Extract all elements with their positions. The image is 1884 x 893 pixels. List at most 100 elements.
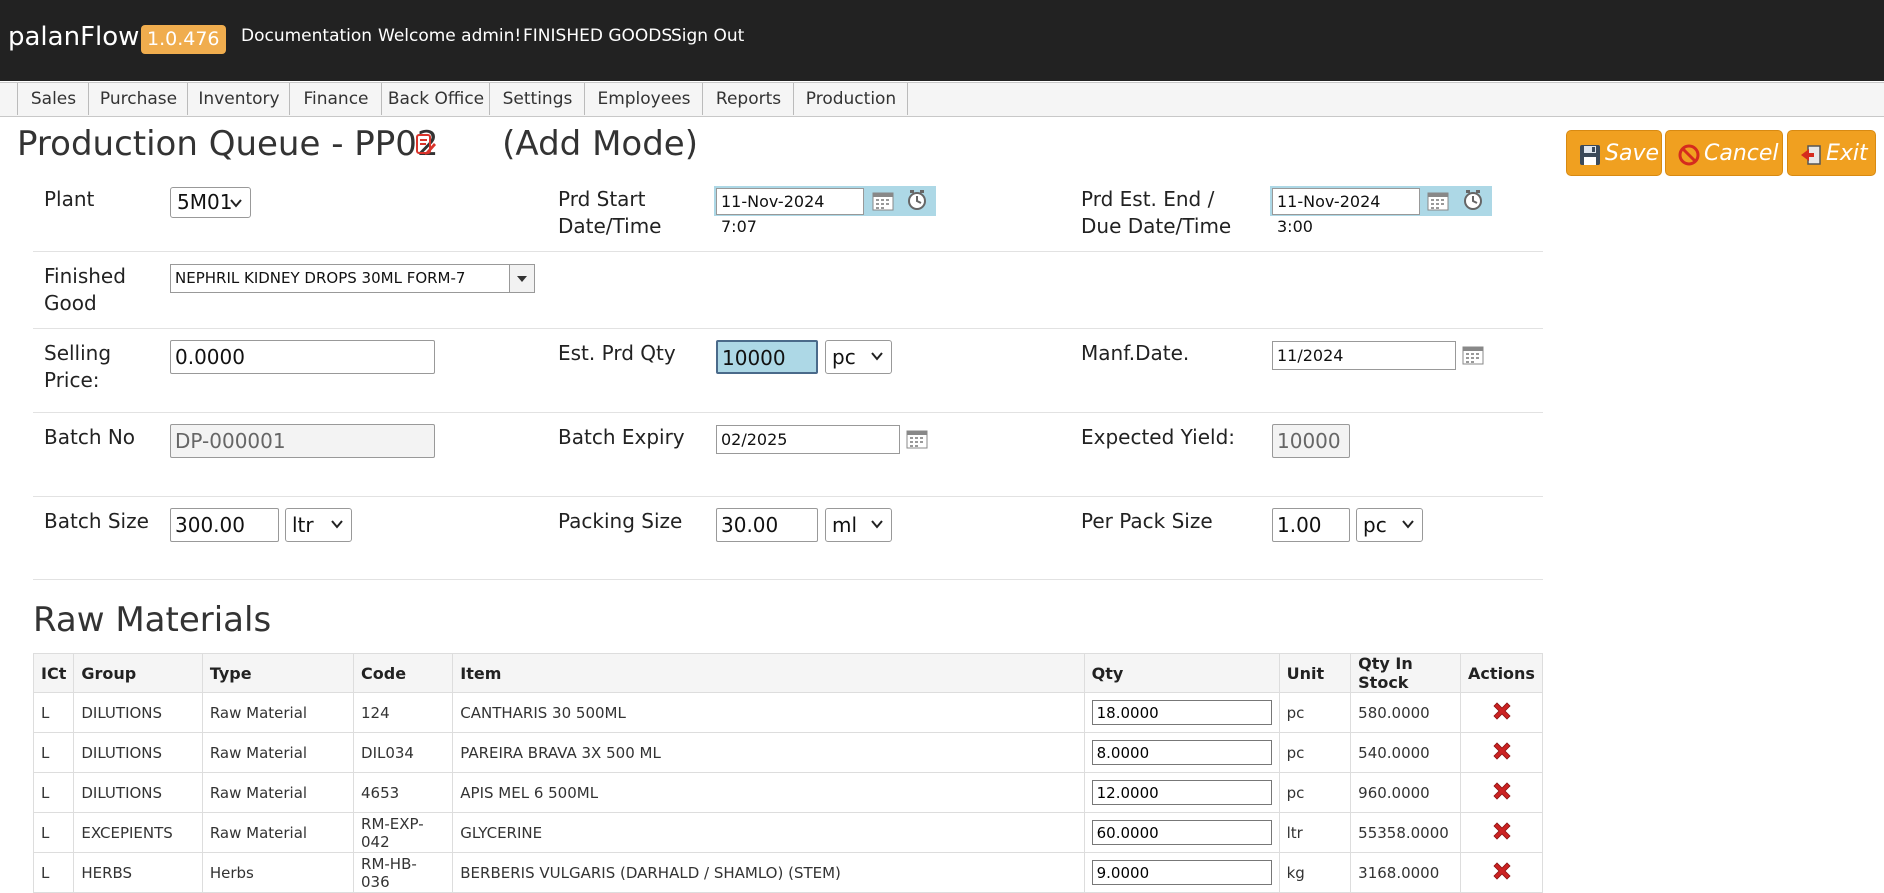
brand-logo[interactable]: palanFlow [8, 22, 139, 52]
finished-good-dropdown-button[interactable] [509, 265, 534, 292]
cell-item: PAREIRA BRAVA 3X 500 ML [452, 732, 1085, 773]
cell-group: DILUTIONS [73, 772, 203, 813]
calendar-icon[interactable] [1462, 345, 1484, 365]
menu-employees[interactable]: Employees [584, 83, 703, 115]
per-pack-size-unit-select[interactable]: pc [1356, 508, 1423, 542]
menu-reports[interactable]: Reports [702, 83, 794, 115]
cell-qty [1083, 692, 1280, 733]
prd-end-datetime-input[interactable]: 11-Nov-2024 3:00 [1272, 188, 1420, 236]
column-header-unit[interactable]: Unit [1278, 653, 1352, 693]
qty-input[interactable] [1091, 700, 1272, 725]
cell-code: RM-EXP-042 [353, 812, 454, 853]
exit-button[interactable]: Exit [1787, 130, 1876, 176]
cell-ict: L [32, 812, 75, 853]
qty-input[interactable] [1091, 740, 1272, 765]
manf-date-input[interactable]: 11/2024 [1272, 341, 1456, 370]
cell-ict: L [32, 772, 75, 813]
est-prd-qty-unit-value: pc [832, 345, 856, 369]
cell-stock: 55358.0000 [1350, 812, 1462, 853]
clock-icon[interactable] [906, 189, 928, 211]
welcome-user-link[interactable]: Welcome admin! [378, 25, 521, 47]
calendar-icon[interactable] [872, 191, 894, 211]
qty-input[interactable] [1091, 860, 1272, 885]
cell-actions [1460, 732, 1543, 773]
qty-input[interactable] [1091, 780, 1272, 805]
column-header-ict[interactable]: ICt [32, 653, 75, 693]
selling-price-input[interactable]: 0.0000 [170, 340, 435, 374]
finished-goods-link[interactable]: FINISHED GOODS [523, 25, 672, 47]
prd-start-label-line1: Prd Start [558, 187, 646, 211]
clock-icon[interactable] [1462, 189, 1484, 211]
edit-document-icon[interactable] [415, 133, 437, 157]
batch-size-input[interactable]: 300.00 [170, 508, 279, 542]
batch-size-unit-value: ltr [292, 513, 314, 537]
chevron-down-icon [1402, 520, 1414, 529]
expected-yield-label: Expected Yield: [1081, 425, 1236, 449]
column-header-type[interactable]: Type [201, 653, 355, 693]
qty-input[interactable] [1091, 820, 1272, 845]
prd-start-datetime-input[interactable]: 11-Nov-2024 7:07 [716, 188, 864, 236]
cell-item: APIS MEL 6 500ML [452, 772, 1085, 813]
packing-size-unit-select[interactable]: ml [825, 508, 892, 542]
finished-good-label-line1: Finished [44, 264, 126, 288]
est-prd-qty-unit-select[interactable]: pc [825, 340, 892, 374]
expected-yield-input: 10000 [1272, 424, 1350, 458]
exit-button-label: Exit [1826, 141, 1868, 166]
menu-production[interactable]: Production [793, 83, 908, 115]
menu-back-office[interactable]: Back Office [381, 83, 490, 115]
menu-inventory[interactable]: Inventory [187, 83, 290, 115]
column-header-actions: Actions [1460, 653, 1543, 693]
selling-price-label-line2: Price: [44, 368, 100, 392]
table-row: L DILUTIONS Raw Material 4653 APIS MEL 6 500… [32, 772, 1543, 813]
menu-sales[interactable]: Sales [17, 83, 89, 115]
est-prd-qty-input[interactable]: 10000 [716, 340, 818, 374]
calendar-icon[interactable] [1427, 191, 1449, 211]
column-header-code[interactable]: Code [353, 653, 454, 693]
column-header-group[interactable]: Group [73, 653, 203, 693]
menu-finance[interactable]: Finance [289, 83, 382, 115]
prd-end-label-line1: Prd Est. End / [1081, 187, 1215, 211]
prd-end-label-line2: Due Date/Time [1081, 214, 1232, 238]
delete-icon[interactable] [1491, 860, 1513, 882]
cell-type: Raw Material [201, 772, 355, 813]
caret-down-icon [517, 276, 527, 282]
cell-unit: ltr [1278, 812, 1352, 853]
chevron-down-icon [230, 199, 242, 208]
column-header-qty-in-stock[interactable]: Qty In Stock [1350, 653, 1462, 693]
column-header-item[interactable]: Item [452, 653, 1085, 693]
delete-icon[interactable] [1491, 820, 1513, 842]
delete-icon[interactable] [1491, 780, 1513, 802]
selling-price-label-line1: Selling [44, 341, 112, 365]
plant-label: Plant [44, 187, 95, 211]
cell-type: Raw Material [201, 732, 355, 773]
delete-icon[interactable] [1491, 740, 1513, 762]
cell-type: Raw Material [201, 812, 355, 853]
floppy-disk-icon [1580, 145, 1600, 165]
cell-stock: 540.0000 [1350, 732, 1462, 773]
raw-materials-heading: Raw Materials [33, 600, 272, 640]
batch-size-unit-select[interactable]: ltr [285, 508, 352, 542]
cell-ict: L [32, 692, 75, 733]
sign-out-link[interactable]: Sign Out [671, 25, 744, 47]
plant-select[interactable]: 5M01 [170, 187, 251, 218]
top-navbar: palanFlow 1.0.476 Documentation Welcome … [0, 0, 1884, 81]
row-divider [33, 412, 1543, 413]
version-badge: 1.0.476 [141, 25, 226, 54]
page-title: Production Queue - PP02 (Add Mode) [17, 124, 698, 164]
calendar-icon[interactable] [906, 429, 928, 449]
manf-date-label: Manf.Date. [1081, 341, 1190, 365]
cell-ict: L [32, 732, 75, 773]
column-header-qty[interactable]: Qty [1083, 653, 1280, 693]
delete-icon[interactable] [1491, 700, 1513, 722]
cell-unit: pc [1278, 732, 1352, 773]
menu-settings[interactable]: Settings [489, 83, 585, 115]
cell-code: DIL034 [353, 732, 454, 773]
save-button[interactable]: Save [1566, 130, 1662, 176]
menu-purchase[interactable]: Purchase [88, 83, 188, 115]
documentation-link[interactable]: Documentation [241, 25, 372, 47]
packing-size-input[interactable]: 30.00 [716, 508, 818, 542]
batch-expiry-input[interactable]: 02/2025 [716, 425, 900, 454]
cancel-button[interactable]: Cancel [1665, 130, 1783, 176]
finished-good-combobox[interactable]: NEPHRIL KIDNEY DROPS 30ML FORM-7 [170, 264, 535, 293]
per-pack-size-input[interactable]: 1.00 [1272, 508, 1350, 542]
